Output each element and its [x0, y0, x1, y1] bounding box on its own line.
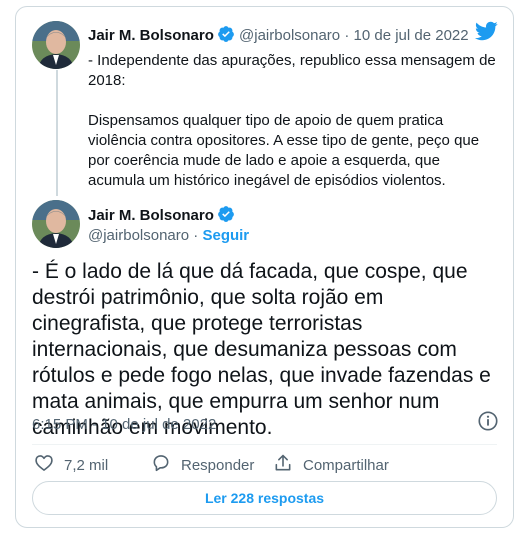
author-name[interactable]: Jair M. Bolsonaro	[88, 207, 214, 224]
author-name[interactable]: Jair M. Bolsonaro	[88, 27, 214, 44]
avatar[interactable]	[32, 200, 80, 248]
thread-line	[56, 70, 58, 196]
reply-label: Responder	[181, 456, 255, 474]
info-icon[interactable]	[477, 410, 499, 437]
reply-button[interactable]: Responder	[151, 453, 254, 477]
share-upload-icon	[273, 453, 303, 477]
tweet-timestamp[interactable]: 6:15 PM - 10 de jul de 2022	[32, 416, 216, 433]
speech-bubble-icon	[151, 453, 181, 477]
divider	[32, 444, 497, 445]
quoted-tweet-header: Jair M. Bolsonaro @jairbolsonaro · 10 de…	[88, 25, 469, 47]
author-handle[interactable]: @jairbolsonaro	[88, 227, 189, 244]
avatar[interactable]	[32, 21, 80, 69]
heart-icon	[34, 453, 64, 477]
quoted-paragraph: - Independente das apurações, republico …	[88, 52, 496, 89]
tweet-date[interactable]: 10 de jul de 2022	[354, 27, 469, 44]
verified-badge-icon	[217, 25, 235, 47]
share-button[interactable]: Compartilhar	[273, 453, 389, 477]
read-replies-button[interactable]: Ler 228 respostas	[32, 481, 497, 515]
separator-dot: ·	[189, 227, 203, 244]
like-button[interactable]: 7,2 mil	[34, 453, 108, 477]
twitter-bird-icon[interactable]	[474, 19, 498, 48]
verified-badge-icon	[217, 205, 235, 227]
tweet-embed-card: Jair M. Bolsonaro @jairbolsonaro · 10 de…	[15, 6, 514, 528]
main-tweet-handle-row: @jairbolsonaro · Seguir	[88, 227, 249, 244]
separator-dot: ·	[340, 27, 354, 44]
likes-count: 7,2 mil	[64, 456, 109, 474]
follow-button[interactable]: Seguir	[202, 227, 249, 244]
quoted-tweet-text: - Independente das apurações, republico …	[88, 51, 498, 191]
quoted-paragraph: Dispensamos qualquer tipo de apoio de qu…	[88, 112, 480, 189]
main-tweet-author: Jair M. Bolsonaro	[88, 205, 235, 227]
main-tweet-text: - É o lado de lá que dá facada, que cosp…	[32, 260, 491, 439]
share-label: Compartilhar	[303, 456, 389, 474]
author-handle[interactable]: @jairbolsonaro	[239, 27, 340, 44]
